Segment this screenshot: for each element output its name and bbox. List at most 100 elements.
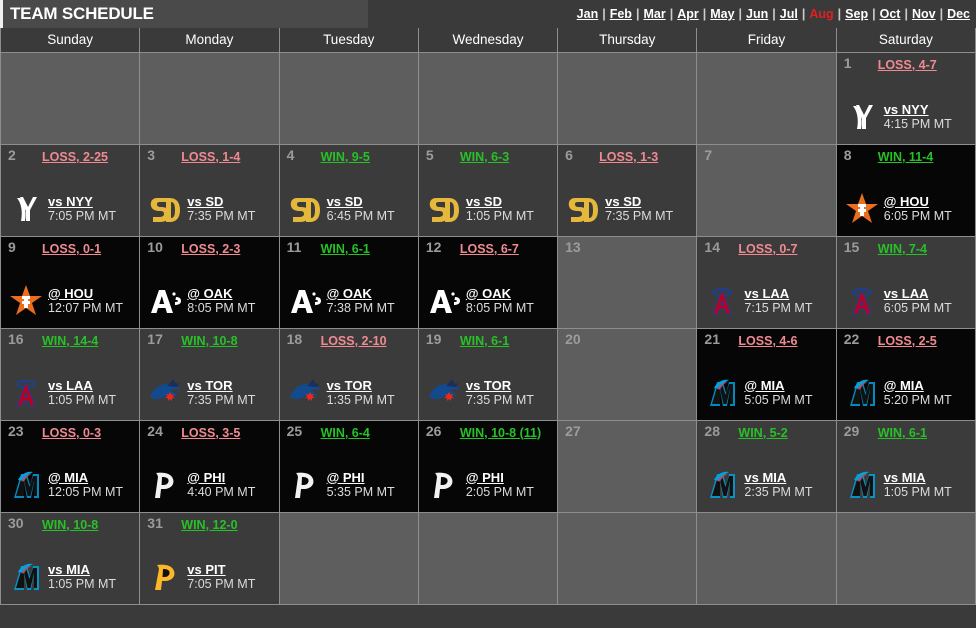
game-result-link[interactable]: WIN, 6-4: [321, 424, 413, 441]
calendar-day-game[interactable]: 17 WIN, 10-8 vs TOR 7:35 PM MT: [139, 327, 280, 421]
opponent-link[interactable]: @ OAK: [327, 286, 395, 301]
opponent-link[interactable]: @ MIA: [884, 378, 952, 393]
calendar-day-game[interactable]: 3 LOSS, 1-4 vs SD 7:35 PM MT: [139, 143, 280, 237]
opponent-link[interactable]: @ HOU: [48, 286, 123, 301]
game-result-link[interactable]: WIN, 6-1: [878, 424, 970, 441]
opponent-link[interactable]: vs TOR: [466, 378, 534, 393]
opponent-link[interactable]: vs SD: [466, 194, 534, 209]
calendar-day-game[interactable]: 22 LOSS, 2-5 @ MIA 5:20 PM MT: [835, 327, 976, 421]
calendar-day-game[interactable]: 29 WIN, 6-1 vs MIA 1:05 PM MT: [835, 419, 976, 513]
game-result-link[interactable]: WIN, 9-5: [321, 148, 413, 165]
month-link-may[interactable]: May: [709, 7, 735, 21]
calendar-day-game[interactable]: 16 WIN, 14-4 vs LAA 1:05 PM MT: [0, 327, 141, 421]
opponent-link[interactable]: vs MIA: [48, 562, 116, 577]
opponent-link[interactable]: vs SD: [327, 194, 395, 209]
calendar-day-game[interactable]: 14 LOSS, 0-7 vs LAA 7:15 PM MT: [696, 235, 837, 329]
calendar-day-game[interactable]: 30 WIN, 10-8 vs MIA 1:05 PM MT: [0, 511, 141, 605]
game-result-link[interactable]: WIN, 10-8 (11): [460, 424, 552, 441]
game-result-link[interactable]: WIN, 10-8: [181, 332, 273, 349]
game-result-link[interactable]: LOSS, 4-7: [878, 56, 970, 73]
opponent-link[interactable]: vs LAA: [48, 378, 116, 393]
opponent-link[interactable]: vs TOR: [327, 378, 395, 393]
calendar-day-game[interactable]: 23 LOSS, 0-3 @ MIA 12:05 PM MT: [0, 419, 141, 513]
opponent-link[interactable]: vs MIA: [884, 470, 952, 485]
game-result-link[interactable]: WIN, 10-8: [42, 516, 134, 533]
game-result-link[interactable]: WIN, 6-1: [321, 240, 413, 257]
game-result-link[interactable]: LOSS, 4-6: [738, 332, 830, 349]
calendar-day-game[interactable]: 25 WIN, 6-4 @ PHI 5:35 PM MT: [278, 419, 419, 513]
calendar-day-game[interactable]: 24 LOSS, 3-5 @ PHI 4:40 PM MT: [139, 419, 280, 513]
calendar-day-game[interactable]: 5 WIN, 6-3 vs SD 1:05 PM MT: [417, 143, 559, 237]
calendar-day-game[interactable]: 11 WIN, 6-1 @ OAK 7:38 PM MT: [278, 235, 419, 329]
opponent-link[interactable]: @ PHI: [327, 470, 395, 485]
calendar-day-game[interactable]: 9 LOSS, 0-1 @ HOU 12:07 PM MT: [0, 235, 141, 329]
month-link-jul[interactable]: Jul: [779, 7, 799, 21]
game-result-link[interactable]: WIN, 11-4: [878, 148, 970, 165]
calendar-day-game[interactable]: 10 LOSS, 2-3 @ OAK 8:05 PM MT: [139, 235, 280, 329]
game-time: 1:05 PM MT: [48, 392, 117, 407]
month-link-oct[interactable]: Oct: [879, 7, 902, 21]
opponent-link[interactable]: vs NYY: [48, 194, 116, 209]
month-link-mar[interactable]: Mar: [642, 7, 666, 21]
calendar-day-game[interactable]: 28 WIN, 5-2 vs MIA 2:35 PM MT: [696, 419, 837, 513]
game-result-link[interactable]: LOSS, 0-7: [738, 240, 830, 257]
calendar-day-game[interactable]: 4 WIN, 9-5 vs SD 6:45 PM MT: [278, 143, 419, 237]
month-link-dec[interactable]: Dec: [946, 7, 971, 21]
calendar-day-game[interactable]: 26 WIN, 10-8 (11) @ PHI 2:05 PM MT: [417, 419, 559, 513]
calendar-day-game[interactable]: 15 WIN, 7-4 vs LAA 6:05 PM MT: [835, 235, 976, 329]
month-link-jun[interactable]: Jun: [745, 7, 769, 21]
calendar-day-game[interactable]: 19 WIN, 6-1 vs TOR 7:35 PM MT: [417, 327, 559, 421]
opponent-link[interactable]: vs LAA: [744, 286, 812, 301]
game-result-link[interactable]: LOSS, 0-1: [42, 240, 134, 257]
month-link-apr[interactable]: Apr: [676, 7, 700, 21]
game-result-link[interactable]: WIN, 6-1: [460, 332, 552, 349]
calendar-day-game[interactable]: 18 LOSS, 2-10 vs TOR 1:35 PM MT: [278, 327, 419, 421]
game-result-link[interactable]: LOSS, 1-3: [599, 148, 691, 165]
game-result-link[interactable]: LOSS, 1-4: [181, 148, 273, 165]
calendar-day-game[interactable]: 6 LOSS, 1-3 vs SD 7:35 PM MT: [557, 143, 698, 237]
game-result-link[interactable]: WIN, 12-0: [181, 516, 273, 533]
calendar-day-empty: [696, 51, 837, 145]
game-result-link[interactable]: LOSS, 6-7: [460, 240, 552, 257]
opponent-link[interactable]: vs NYY: [884, 102, 952, 117]
calendar-day-offday: 27: [557, 419, 698, 513]
game-result-link[interactable]: WIN, 14-4: [42, 332, 134, 349]
game-result-link[interactable]: LOSS, 2-25: [42, 148, 134, 165]
calendar-day-empty: [557, 511, 698, 605]
game-result-link[interactable]: LOSS, 0-3: [42, 424, 134, 441]
opponent-link[interactable]: @ PHI: [466, 470, 534, 485]
game-result-link[interactable]: LOSS, 2-5: [878, 332, 970, 349]
opponent-link[interactable]: @ PHI: [187, 470, 255, 485]
opponent-link[interactable]: vs LAA: [884, 286, 952, 301]
opponent-link[interactable]: @ MIA: [744, 378, 812, 393]
game-result-link[interactable]: WIN, 7-4: [878, 240, 970, 257]
opponent-link[interactable]: @ OAK: [466, 286, 534, 301]
calendar-day-game[interactable]: 8 WIN, 11-4 @ HOU 6:05 PM MT: [835, 143, 976, 237]
game-result-link[interactable]: LOSS, 2-10: [321, 332, 413, 349]
month-link-sep[interactable]: Sep: [844, 7, 869, 21]
opponent-link[interactable]: @ HOU: [884, 194, 952, 209]
calendar-day-game[interactable]: 1 LOSS, 4-7 vs NYY 4:15 PM MT: [835, 51, 976, 145]
opponent-link[interactable]: vs PIT: [187, 562, 255, 577]
opponent-link[interactable]: vs MIA: [744, 470, 812, 485]
opponent-link[interactable]: vs TOR: [187, 378, 255, 393]
game-result-link[interactable]: WIN, 5-2: [738, 424, 830, 441]
month-navigation[interactable]: Jan | Feb | Mar | Apr | May | Jun | Jul | Aug | Sep | Oct |…: [576, 0, 971, 28]
game-info: @ OAK 7:38 PM MT: [327, 286, 395, 316]
game-result-link[interactable]: LOSS, 3-5: [181, 424, 273, 441]
calendar-day-game[interactable]: 2 LOSS, 2-25 vs NYY 7:05 PM MT: [0, 143, 141, 237]
opponent-link[interactable]: @ OAK: [187, 286, 255, 301]
game-result-link[interactable]: LOSS, 2-3: [181, 240, 273, 257]
month-link-jan[interactable]: Jan: [576, 7, 600, 21]
opponent-link[interactable]: vs SD: [187, 194, 255, 209]
calendar-day-game[interactable]: 31 WIN, 12-0 vs PIT 7:05 PM MT: [139, 511, 280, 605]
month-link-feb[interactable]: Feb: [609, 7, 633, 21]
calendar-day-game[interactable]: 12 LOSS, 6-7 @ OAK 8:05 PM MT: [417, 235, 559, 329]
opponent-link[interactable]: @ MIA: [48, 470, 123, 485]
game-result-link[interactable]: WIN, 6-3: [460, 148, 552, 165]
month-link-aug[interactable]: Aug: [808, 7, 834, 21]
game-details: vs TOR 1:35 PM MT: [286, 374, 414, 412]
calendar-day-game[interactable]: 21 LOSS, 4-6 @ MIA 5:05 PM MT: [696, 327, 837, 421]
month-link-nov[interactable]: Nov: [911, 7, 937, 21]
opponent-link[interactable]: vs SD: [605, 194, 673, 209]
